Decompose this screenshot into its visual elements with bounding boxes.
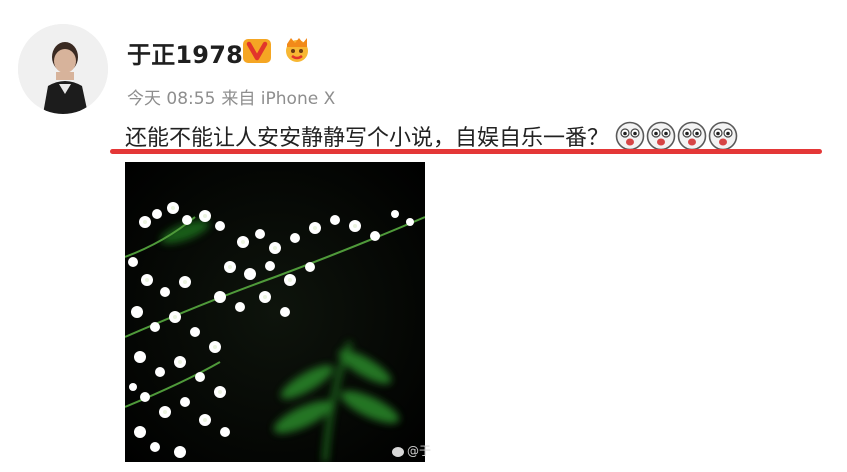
surprised-face-emoji-icon bbox=[646, 121, 676, 151]
post-meta: 今天 08:55 来自 iPhone X bbox=[127, 84, 341, 109]
vip-crown-icon[interactable] bbox=[282, 34, 312, 64]
weibo-post: 于正1978 今天 08:55 来自 iPhone X 还能不能让人安安静静写个小… bbox=[0, 0, 847, 472]
post-image[interactable] bbox=[125, 162, 425, 462]
avatar[interactable] bbox=[18, 24, 108, 114]
surprised-face-emoji-icon bbox=[708, 121, 738, 151]
avatar-photo-icon bbox=[18, 24, 108, 114]
post-source: 来自 iPhone X bbox=[221, 89, 336, 109]
white-flowers-photo-icon bbox=[125, 162, 425, 462]
emoji-group bbox=[615, 121, 739, 151]
post-text: 还能不能让人安安静静写个小说，自娱自乐一番？ bbox=[125, 126, 610, 151]
username[interactable]: 于正1978 bbox=[127, 35, 243, 70]
red-highlight-underline bbox=[110, 149, 822, 154]
surprised-face-emoji-icon bbox=[615, 121, 645, 151]
verified-v-badge-icon[interactable] bbox=[242, 38, 272, 64]
image-watermark: @于 bbox=[392, 442, 431, 459]
weibo-logo-icon bbox=[392, 446, 404, 457]
post-content: 还能不能让人安安静静写个小说，自娱自乐一番？ bbox=[125, 120, 739, 152]
watermark-text: @于 bbox=[407, 444, 432, 458]
surprised-face-emoji-icon bbox=[677, 121, 707, 151]
post-timestamp[interactable]: 今天 08:55 bbox=[127, 89, 215, 109]
